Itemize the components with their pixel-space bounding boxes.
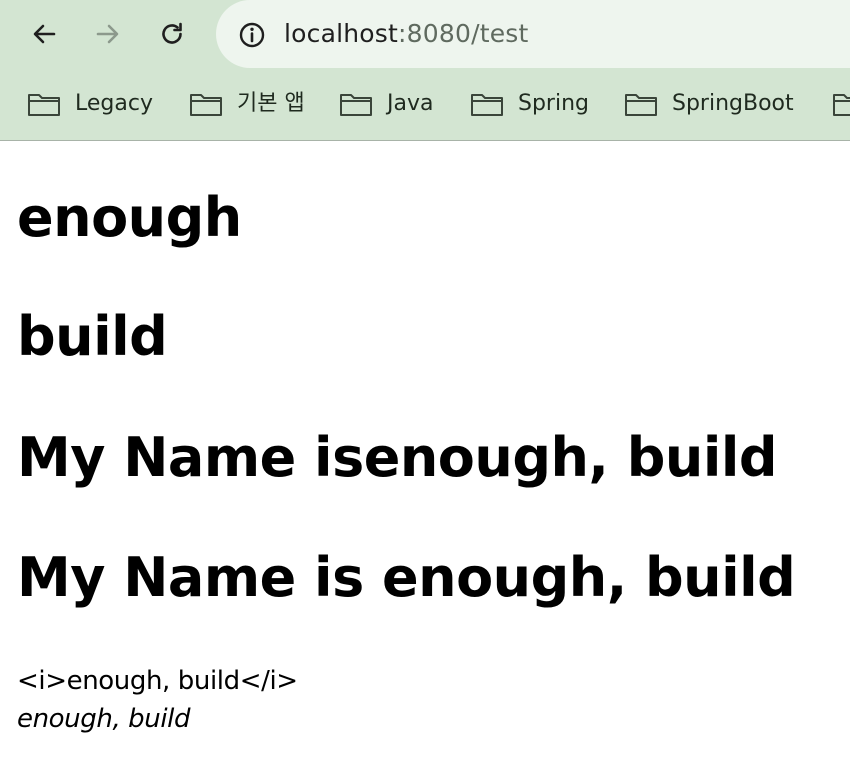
bookmark-label: 기본 앱 xyxy=(237,91,305,116)
forward-button[interactable] xyxy=(90,16,126,52)
folder-icon xyxy=(340,94,372,116)
bookmark-overflow[interactable] xyxy=(832,84,850,124)
bookmark-label: Spring xyxy=(518,91,589,116)
heading-enough: enough xyxy=(17,186,242,249)
bookmark-springboot[interactable]: SpringBoot xyxy=(624,84,794,124)
italic-text: enough, build xyxy=(17,704,191,734)
folder-icon xyxy=(625,94,657,116)
bookmark-label: SpringBoot xyxy=(672,91,794,116)
folder-icon xyxy=(190,94,222,116)
reload-button[interactable] xyxy=(154,16,190,52)
heading-name-spaced: My Name is enough, build xyxy=(17,546,796,609)
bookmark-label: Legacy xyxy=(75,91,153,116)
url-path: :8080/test xyxy=(398,19,529,48)
folder-icon xyxy=(471,94,503,116)
bookmark-legacy[interactable]: Legacy xyxy=(27,84,153,124)
heading-name-concat: My Name isenough, build xyxy=(17,426,778,489)
folder-icon xyxy=(833,94,850,116)
arrow-right-icon xyxy=(96,24,119,44)
bookmarks-bar: Legacy 기본 앱 Java Spring SpringBoot xyxy=(0,84,850,124)
reload-icon xyxy=(162,22,182,44)
arrow-left-icon xyxy=(33,24,56,44)
escaped-text: <i>enough, build</i> xyxy=(17,666,298,696)
back-button[interactable] xyxy=(26,16,62,52)
bookmark-spring[interactable]: Spring xyxy=(470,84,589,124)
url-text[interactable]: localhost:8080/test xyxy=(284,17,529,51)
address-bar[interactable]: localhost:8080/test xyxy=(216,0,850,68)
bookmark-basic-apps[interactable]: 기본 앱 xyxy=(189,84,305,124)
browser-chrome: localhost:8080/test Legacy 기본 앱 Java Spr… xyxy=(0,0,850,141)
heading-build: build xyxy=(17,305,168,368)
bookmark-label: Java xyxy=(387,91,434,116)
site-info-icon[interactable] xyxy=(238,21,266,49)
bookmark-java[interactable]: Java xyxy=(339,84,433,124)
url-host: localhost xyxy=(284,19,399,48)
folder-icon xyxy=(28,94,60,116)
